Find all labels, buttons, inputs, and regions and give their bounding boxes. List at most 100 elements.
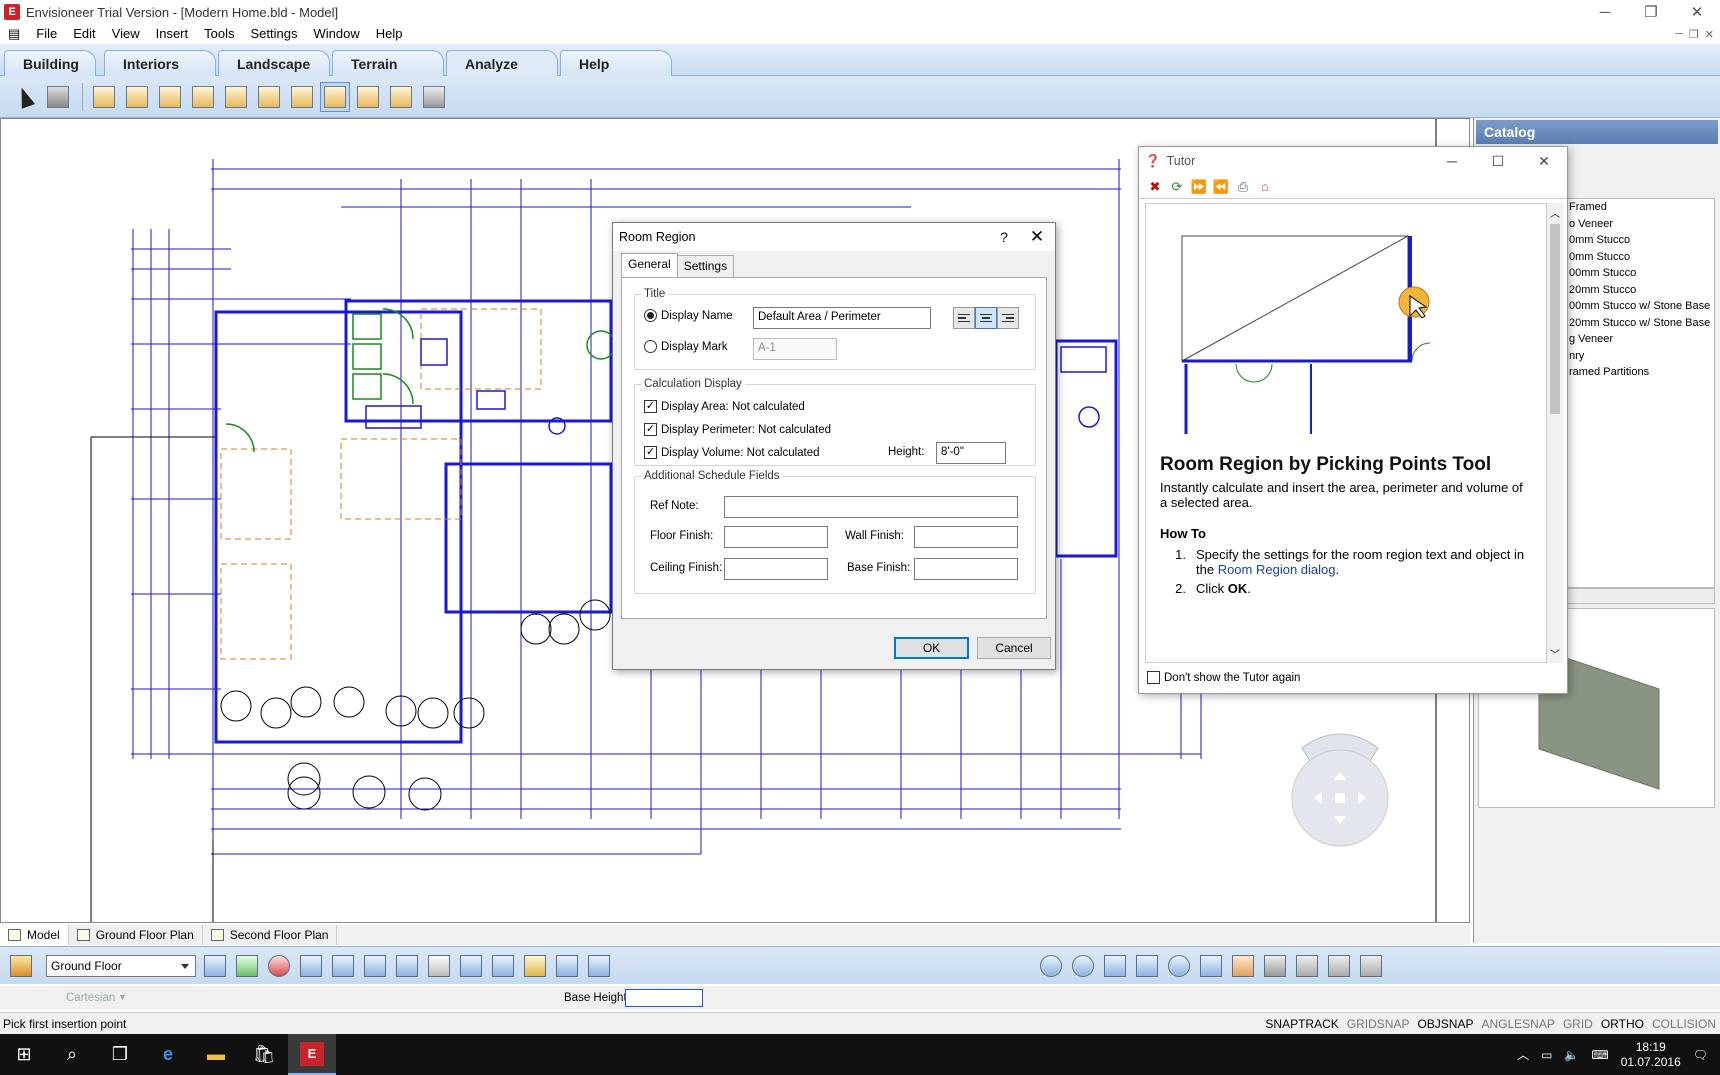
display-area-checkbox[interactable]: ✓ [644, 400, 657, 413]
walk-icon[interactable] [1262, 953, 1288, 979]
hatch-icon[interactable] [394, 953, 420, 979]
camera-icon[interactable] [458, 953, 484, 979]
task-view-icon[interactable]: ❐ [96, 1034, 144, 1075]
camera-settings-icon[interactable] [1358, 953, 1384, 979]
tab-model[interactable]: Model [0, 925, 69, 945]
menu-file[interactable]: File [28, 24, 65, 44]
layers-icon[interactable] [298, 953, 324, 979]
tab-landscape[interactable]: Landscape [218, 50, 330, 76]
clock[interactable]: 18:19 01.07.2016 [1621, 1040, 1681, 1070]
zoom-in-icon[interactable] [1038, 953, 1064, 979]
tutor-close-icon[interactable]: ✕ [1521, 153, 1567, 170]
room-stack-icon[interactable] [287, 82, 317, 112]
export-schedule-icon[interactable] [122, 82, 152, 112]
base-finish-input[interactable] [914, 558, 1018, 580]
volume-icon[interactable]: 🔈 [1564, 1048, 1579, 1062]
select-tool-icon[interactable] [10, 82, 40, 112]
file-explorer-icon[interactable]: ▬ [192, 1034, 240, 1075]
tab-interiors[interactable]: Interiors [104, 50, 216, 76]
display-mark-input[interactable]: A-1 [753, 338, 837, 360]
mdi-minimize-icon[interactable]: ─ [1675, 28, 1683, 41]
tutor-minimize-icon[interactable]: ─ [1429, 153, 1475, 169]
room-grid-icon[interactable] [254, 82, 284, 112]
collision-toggle[interactable]: COLLISION [1652, 1017, 1716, 1031]
tab-second-floor-plan[interactable]: Second Floor Plan [203, 925, 338, 945]
edge-icon[interactable]: e [144, 1034, 192, 1075]
pan-hand-icon[interactable] [1230, 953, 1256, 979]
zoom-out-icon[interactable] [1070, 953, 1096, 979]
tab-ground-floor-plan[interactable]: Ground Floor Plan [69, 925, 203, 945]
keyboard-icon[interactable]: ⌨ [1591, 1048, 1608, 1062]
scroll-up-icon[interactable]: ︿ [1547, 205, 1563, 220]
zoom-window-icon[interactable] [1134, 953, 1160, 979]
zoom-realtime-icon[interactable] [1166, 953, 1192, 979]
house-icon[interactable] [419, 82, 449, 112]
menu-edit[interactable]: Edit [65, 24, 103, 44]
ruler-icon[interactable] [490, 953, 516, 979]
tray-chevron-icon[interactable]: ︿ [1517, 1046, 1529, 1063]
view-2d-icon[interactable] [202, 953, 228, 979]
room-region-icon[interactable] [353, 82, 383, 112]
restore-icon[interactable]: ❐ [1628, 0, 1674, 24]
dialog-help-icon[interactable]: ? [989, 229, 1019, 245]
objsnap-toggle[interactable]: OBJSNAP [1417, 1017, 1473, 1031]
view-3d-icon[interactable] [266, 953, 292, 979]
floor-select[interactable]: Ground Floor [46, 954, 196, 977]
anglesnap-toggle[interactable]: ANGLESNAP [1481, 1017, 1554, 1031]
envisioneer-taskbar-icon[interactable]: E [288, 1034, 336, 1075]
scroll-down-icon[interactable]: ﹀ [1547, 646, 1563, 661]
display-name-radio[interactable] [644, 309, 657, 322]
tab-general[interactable]: General [621, 253, 678, 277]
align-right-icon[interactable] [997, 307, 1019, 329]
tab-help[interactable]: Help [560, 50, 672, 76]
cube-icon[interactable] [522, 953, 548, 979]
menu-help[interactable]: Help [368, 24, 411, 44]
ceiling-finish-input[interactable] [724, 558, 828, 580]
roof-view-icon[interactable] [362, 953, 388, 979]
floor-icon[interactable] [8, 953, 34, 979]
refresh-icon[interactable]: ⟳ [1169, 179, 1185, 195]
menu-insert[interactable]: Insert [148, 24, 197, 44]
floor-finish-input[interactable] [724, 526, 828, 548]
tab-building[interactable]: Building [4, 50, 96, 76]
grid-toggle[interactable]: GRID [1563, 1017, 1593, 1031]
ok-button[interactable]: OK [894, 637, 969, 659]
display-name-input[interactable]: Default Area / Perimeter [753, 307, 931, 329]
menu-window[interactable]: Window [305, 24, 367, 44]
room-region-pick-icon[interactable] [320, 81, 350, 112]
room-area-icon[interactable] [221, 82, 251, 112]
tutor-scrollbar[interactable]: ︿ ﹀ [1547, 203, 1563, 663]
print-icon[interactable]: ⎙ [1235, 179, 1251, 195]
home-icon[interactable]: ⌂ [1257, 179, 1273, 195]
menu-tools[interactable]: Tools [196, 24, 242, 44]
align-center-icon[interactable] [975, 307, 997, 329]
ortho-toggle[interactable]: ORTHO [1601, 1017, 1644, 1031]
screen-icon[interactable] [554, 953, 580, 979]
room-region-dialog-link[interactable]: Room Region dialog [1218, 562, 1336, 577]
back-icon[interactable]: ⏪ [1213, 179, 1229, 195]
menu-settings[interactable]: Settings [242, 24, 305, 44]
coordinate-system-select[interactable]: Cartesian [66, 992, 115, 1004]
fly-icon[interactable] [1326, 953, 1352, 979]
report-icon[interactable] [155, 82, 185, 112]
gridsnap-toggle[interactable]: GRIDSNAP [1347, 1017, 1410, 1031]
zoom-extents-icon[interactable] [1102, 953, 1128, 979]
chevron-down-icon[interactable]: ▼ [118, 992, 127, 1002]
display-mark-radio[interactable] [644, 340, 657, 353]
wall-finish-input[interactable] [914, 526, 1018, 548]
panel-icon[interactable] [586, 953, 612, 979]
view-2d-plus-icon[interactable] [234, 953, 260, 979]
display-perimeter-checkbox[interactable]: ✓ [644, 423, 657, 436]
tab-settings[interactable]: Settings [676, 255, 735, 277]
paint-brush-icon[interactable] [43, 82, 73, 112]
display-volume-checkbox[interactable]: ✓ [644, 446, 657, 459]
minimize-icon[interactable]: ─ [1582, 0, 1628, 24]
dialog-close-icon[interactable]: ✕ [1019, 227, 1055, 247]
checklist-icon[interactable] [188, 82, 218, 112]
mdi-close-icon[interactable]: ✕ [1705, 28, 1714, 41]
close-icon[interactable]: ✕ [1674, 0, 1720, 24]
search-icon[interactable]: ⌕ [48, 1034, 96, 1075]
notifications-icon[interactable]: 🗨 [1693, 1048, 1708, 1062]
forward-icon[interactable]: ⏩ [1191, 179, 1207, 195]
height-input[interactable]: 8'-0" [936, 442, 1006, 464]
